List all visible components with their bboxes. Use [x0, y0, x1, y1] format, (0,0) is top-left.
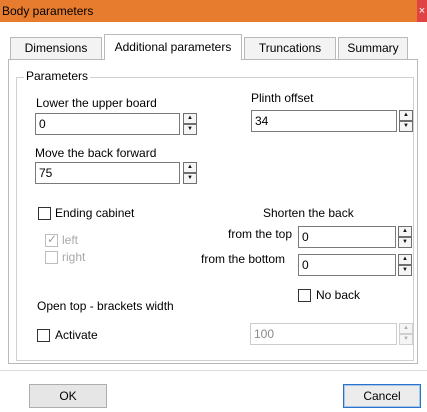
plinth-offset-label: Plinth offset — [251, 91, 314, 105]
from-top-label: from the top — [228, 227, 293, 241]
left-label: left — [62, 233, 79, 247]
right-label: right — [62, 250, 86, 264]
spin-up-icon[interactable]: ▲ — [399, 323, 413, 334]
shorten-back-title: Shorten the back — [263, 206, 354, 220]
lower-board-input[interactable]: 0 — [35, 113, 180, 135]
from-bottom-spinner[interactable]: ▲ ▼ — [398, 254, 412, 276]
spin-down-icon[interactable]: ▼ — [399, 121, 413, 132]
spin-down-icon[interactable]: ▼ — [183, 124, 197, 135]
spin-up-icon[interactable]: ▲ — [399, 110, 413, 121]
bracket-width-input[interactable]: 100 — [250, 323, 397, 345]
open-top-label: Open top - brackets width — [37, 299, 174, 313]
right-checkbox[interactable] — [45, 251, 58, 264]
move-back-input[interactable]: 75 — [35, 162, 180, 184]
plinth-offset-spinner[interactable]: ▲ ▼ — [399, 110, 413, 132]
lower-board-label: Lower the upper board — [36, 96, 157, 110]
tab-summary[interactable]: Summary — [338, 37, 408, 59]
spin-up-icon[interactable]: ▲ — [398, 226, 412, 237]
activate-label: Activate — [55, 328, 98, 342]
plinth-offset-input[interactable]: 34 — [251, 110, 397, 132]
spin-up-icon[interactable]: ▲ — [183, 113, 197, 124]
ok-button[interactable]: OK — [29, 384, 107, 408]
from-top-input[interactable]: 0 — [298, 226, 396, 248]
from-bottom-label: from the bottom — [201, 252, 286, 266]
spin-up-icon[interactable]: ▲ — [183, 162, 197, 173]
from-bottom-input[interactable]: 0 — [298, 254, 396, 276]
window-title: Body parameters — [2, 4, 94, 18]
move-back-label: Move the back forward — [35, 146, 157, 160]
spin-down-icon[interactable]: ▼ — [398, 237, 412, 248]
activate-checkbox[interactable] — [37, 329, 50, 342]
title-bar: Body parameters × — [0, 0, 427, 22]
tab-additional-parameters[interactable]: Additional parameters — [104, 34, 242, 60]
spin-down-icon[interactable]: ▼ — [183, 173, 197, 184]
spin-up-icon[interactable]: ▲ — [398, 254, 412, 265]
ending-cabinet-checkbox[interactable] — [38, 207, 51, 220]
footer-divider — [0, 370, 427, 371]
spin-down-icon[interactable]: ▼ — [399, 334, 413, 345]
spin-down-icon[interactable]: ▼ — [398, 265, 412, 276]
check-icon: ✓ — [47, 232, 58, 246]
parameters-legend: Parameters — [24, 69, 91, 83]
lower-board-spinner[interactable]: ▲ ▼ — [183, 113, 197, 135]
no-back-label: No back — [316, 288, 361, 302]
from-top-spinner[interactable]: ▲ ▼ — [398, 226, 412, 248]
tab-dimensions[interactable]: Dimensions — [10, 37, 102, 59]
tab-truncations[interactable]: Truncations — [244, 37, 336, 59]
ending-cabinet-label: Ending cabinet — [55, 206, 135, 220]
move-back-spinner[interactable]: ▲ ▼ — [183, 162, 197, 184]
bracket-width-spinner[interactable]: ▲ ▼ — [399, 323, 413, 345]
cancel-button[interactable]: Cancel — [343, 384, 421, 408]
close-icon[interactable]: × — [417, 0, 427, 22]
no-back-checkbox[interactable] — [298, 289, 311, 302]
left-checkbox[interactable]: ✓ — [45, 232, 58, 247]
